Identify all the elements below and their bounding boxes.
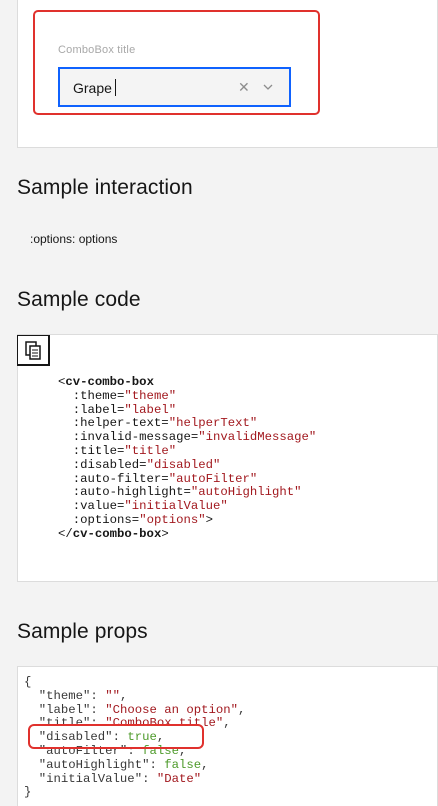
section-heading-props: Sample props (17, 620, 148, 643)
code-line: :invalid-message="invalidMessage" (58, 430, 317, 445)
props-line: "initialValue": "Date" (24, 771, 245, 787)
highlight-box-disabled-prop (28, 724, 204, 749)
props-line-token: false (164, 757, 202, 772)
code-line: :disabled="disabled" (58, 457, 316, 473)
code-line: :value="initialValue" (58, 499, 316, 514)
code-line-token: "title" (124, 443, 177, 458)
code-line-token: "autoFilter" (168, 471, 258, 486)
code-line-token: :title= (58, 443, 125, 458)
code-line-token: "label" (124, 402, 177, 417)
code-line: :label="label" (58, 402, 316, 418)
code-line-token: </ (58, 526, 73, 541)
code-line-token: :auto-highlight= (58, 485, 191, 500)
props-line: "label": "Choose an option", (24, 702, 246, 718)
code-line-token: :disabled= (58, 457, 147, 472)
section-heading-code: Sample code (17, 288, 141, 311)
section-heading-interaction: Sample interaction (17, 176, 193, 199)
code-line-token: "helperText" (168, 416, 258, 431)
props-line-token: , (238, 702, 246, 717)
copy-icon (25, 341, 41, 360)
code-line-token: :helper-text= (58, 416, 169, 431)
props-line: "autoHighlight": false, (24, 757, 245, 773)
code-line: :helper-text="helperText" (58, 416, 316, 431)
props-line-token: : (90, 688, 106, 703)
code-line-token: "invalidMessage" (198, 430, 317, 445)
props-line-token: : (142, 771, 157, 786)
code-line-token: :theme= (58, 388, 125, 403)
code-line: :theme="theme" (58, 388, 316, 404)
props-line-token: : (149, 757, 165, 772)
props-line-token: "label" (24, 702, 91, 717)
props-line: } (24, 785, 245, 800)
code-line-token: cv-combo-box (72, 526, 162, 541)
props-line-token: "Date" (156, 771, 202, 786)
code-line-token: > (161, 526, 169, 541)
code-line-token: "autoHighlight" (190, 485, 302, 500)
props-line-token: "autoHighlight" (24, 757, 150, 772)
code-block: <cv-combo-box :theme="theme" :label="lab… (58, 375, 317, 542)
props-line-token: , (223, 716, 231, 731)
props-line: "theme": "", (24, 688, 245, 704)
code-line-token: "initialValue" (124, 499, 228, 514)
highlight-box-combobox (33, 10, 320, 115)
props-line-token: : (90, 702, 106, 717)
code-line-token: :options= (58, 512, 140, 527)
props-line-token: "theme" (24, 688, 91, 703)
props-line: { (24, 675, 245, 690)
copy-code-button[interactable] (17, 335, 50, 366)
code-line: :title="title" (58, 443, 316, 459)
code-line-token: cv-combo-box (65, 375, 154, 389)
props-line-token: "" (105, 688, 120, 703)
code-line-token: :value= (58, 499, 125, 514)
interaction-text: :options: options (30, 232, 118, 246)
code-line-token: "disabled" (146, 457, 221, 472)
code-line: :auto-highlight="autoHighlight" (58, 485, 316, 500)
props-line-token: } (24, 785, 32, 800)
props-line-token: "initialValue" (24, 771, 143, 786)
code-line-token: :invalid-message= (58, 430, 199, 445)
props-line-token: { (24, 675, 32, 689)
code-line: </cv-combo-box> (58, 526, 316, 542)
code-line-token: "theme" (124, 388, 177, 403)
code-line-token: "options" (139, 512, 206, 527)
code-line-token: > (205, 512, 213, 527)
props-line-token: "Choose an option" (105, 702, 239, 717)
code-line: <cv-combo-box (58, 375, 316, 390)
props-line-token: , (201, 757, 209, 772)
code-line: :auto-filter="autoFilter" (58, 471, 316, 487)
code-line-token: :label= (58, 402, 125, 417)
code-line: :options="options"> (58, 512, 316, 528)
props-line-token: , (119, 688, 128, 703)
code-line-token: :auto-filter= (58, 471, 169, 486)
